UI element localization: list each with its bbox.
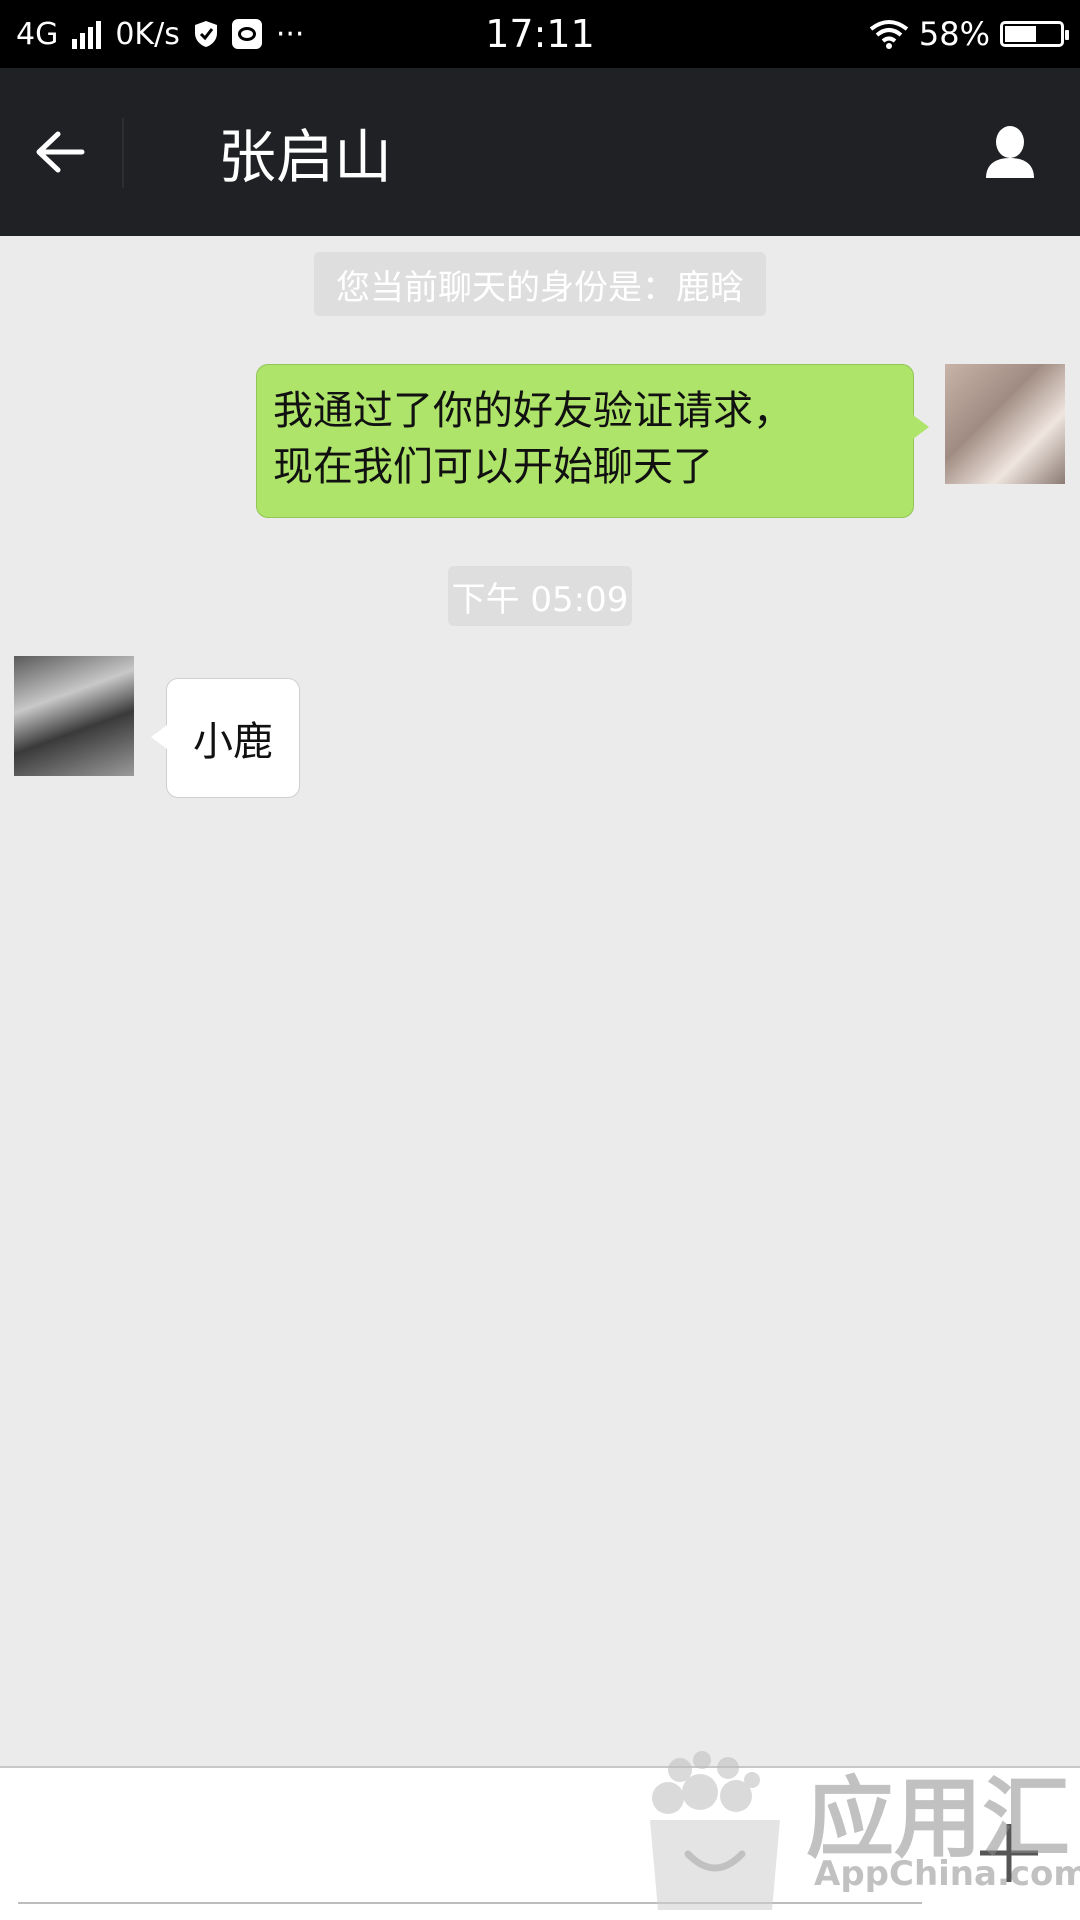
shield-icon [194,21,217,47]
more-notifications-icon: ··· [275,16,305,52]
notification-app-icon [231,19,262,49]
battery-fill [1005,26,1036,42]
back-button[interactable] [18,110,102,194]
signal-icon [72,19,102,49]
network-speed: 0K/s [115,16,180,52]
network-type: 4G [16,16,59,52]
chat-header: 张启山 [0,68,1080,236]
arrow-left-icon [36,131,85,173]
incoming-message-bubble[interactable]: 小鹿 [151,678,300,798]
status-bar: 4G 0K/s ··· 17:11 58% [0,0,1080,68]
outgoing-message-line-1: 我通过了你的好友验证请求， [273,388,793,434]
person-icon [986,126,1034,178]
plus-icon [980,1824,1038,1882]
message-input[interactable] [18,1790,922,1904]
message-timestamp: 下午 05:09 [448,566,632,626]
contact-profile-button[interactable] [968,110,1052,194]
contact-name: 张启山 [218,123,393,191]
status-right: 58% [869,0,1069,68]
wifi-icon [869,20,909,49]
chat-messages: 您当前聊天的身份是：鹿晗 我通过了你的好友验证请求， 现在我们可以开始聊天了 下… [0,236,1080,1766]
header-divider [122,118,124,188]
self-avatar[interactable] [945,364,1065,484]
status-time: 17:11 [485,12,595,56]
system-notice: 您当前聊天的身份是：鹿晗 [314,252,766,316]
input-bar [0,1766,1080,1920]
outgoing-message-bubble[interactable]: 我通过了你的好友验证请求， 现在我们可以开始聊天了 [256,364,929,518]
battery-icon [1000,21,1069,47]
contact-avatar[interactable] [14,656,134,776]
incoming-message-text: 小鹿 [193,719,273,765]
more-actions-button[interactable] [954,1798,1064,1908]
battery-percent: 58% [918,15,990,53]
outgoing-message-line-2: 现在我们可以开始聊天了 [273,444,713,490]
status-left: 4G 0K/s ··· [16,0,304,68]
